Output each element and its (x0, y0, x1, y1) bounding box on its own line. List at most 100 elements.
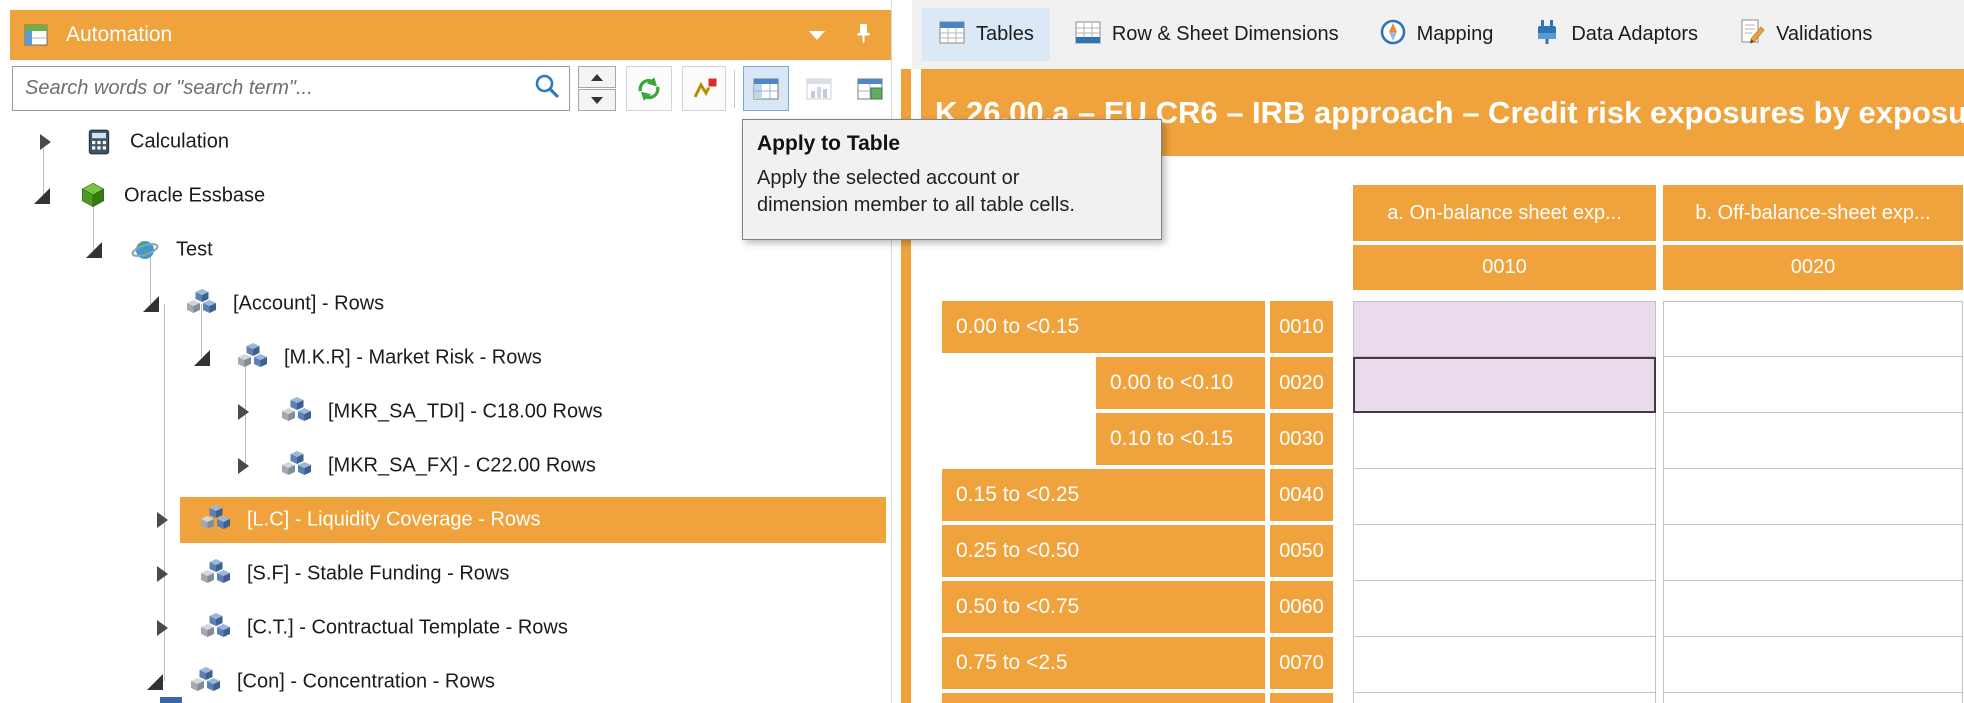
dimension-icon (191, 667, 223, 697)
expander-icon[interactable] (238, 458, 249, 474)
expander-icon[interactable] (194, 350, 210, 366)
table-cell[interactable] (1353, 469, 1656, 525)
tree-item-label: [MKR_SA_TDI] - C18.00 Rows (328, 400, 603, 423)
table-cell[interactable] (1353, 525, 1656, 581)
tab-label: Tables (976, 23, 1034, 45)
column-code-b[interactable]: 0020 (1663, 245, 1963, 290)
row-code-partial[interactable] (1270, 693, 1333, 703)
row-code[interactable]: 0070 (1270, 637, 1333, 689)
apply-to-table-icon (753, 78, 779, 99)
row-code[interactable]: 0020 (1270, 357, 1333, 409)
row-header[interactable]: 0.00 to <0.10 (1096, 357, 1265, 409)
breakpoint-button[interactable] (682, 66, 726, 111)
table-cell[interactable] (1663, 693, 1963, 703)
pin-icon[interactable] (851, 21, 875, 50)
row-header[interactable]: 0.25 to <0.50 (942, 525, 1265, 577)
table-cell[interactable] (1353, 413, 1656, 469)
table-cell-focused[interactable] (1353, 357, 1656, 413)
tree-item-mkr-sa-tdi[interactable]: [MKR_SA_TDI] - C18.00 Rows (10, 385, 891, 439)
row-header[interactable]: 0.00 to <0.15 (942, 301, 1265, 353)
table-cell[interactable] (1663, 413, 1963, 469)
calculator-icon (84, 127, 116, 157)
validations-icon (1738, 18, 1766, 52)
panel-title: Automation (66, 23, 173, 46)
toolbar-separator (734, 70, 735, 108)
tab-tables[interactable]: Tables (922, 8, 1050, 61)
table-chart-button[interactable] (797, 66, 841, 111)
dimension-icon (282, 397, 314, 427)
search-icon[interactable] (533, 72, 561, 105)
tree-item-label: [Account] - Rows (233, 292, 385, 315)
dimension-icon (282, 451, 314, 481)
row-header-partial[interactable] (942, 693, 1265, 703)
dimension-icon (201, 613, 233, 643)
expander-icon[interactable] (157, 620, 168, 636)
dimension-icon (201, 559, 233, 589)
tree-item-label: [Con] - Concentration - Rows (237, 670, 495, 693)
row-header[interactable]: 0.15 to <0.25 (942, 469, 1265, 521)
row-code[interactable]: 0060 (1270, 581, 1333, 633)
table-cell[interactable] (1353, 581, 1656, 637)
row-code[interactable]: 0010 (1270, 301, 1333, 353)
tree-item-mkr-sa-fx[interactable]: [MKR_SA_FX] - C22.00 Rows (10, 439, 891, 493)
automation-panel-titlebar: Automation (10, 10, 891, 60)
tree-item-label: Calculation (130, 130, 229, 153)
table-cell[interactable] (1663, 637, 1963, 693)
apply-to-sheet-button[interactable] (848, 66, 892, 111)
tree-item-con-concentration[interactable]: [Con] - Concentration - Rows (10, 655, 891, 703)
tree-item-sf-stable-funding[interactable]: [S.F] - Stable Funding - Rows (10, 547, 891, 601)
row-header[interactable]: 0.50 to <0.75 (942, 581, 1265, 633)
refresh-icon (638, 76, 660, 101)
column-code-a[interactable]: 0010 (1353, 245, 1656, 290)
tree-item-account-rows[interactable]: [Account] - Rows (10, 277, 891, 331)
tab-label: Mapping (1416, 23, 1494, 45)
row-header[interactable]: 0.10 to <0.15 (1096, 413, 1265, 465)
expander-icon[interactable] (157, 512, 168, 528)
expander-icon[interactable] (238, 404, 249, 420)
tab-row-sheet-dimensions[interactable]: Row & Sheet Dimensions (1058, 8, 1355, 61)
apply-to-table-button[interactable] (743, 66, 789, 111)
expander-icon[interactable] (147, 674, 163, 690)
table-cell[interactable] (1663, 469, 1963, 525)
table-cell[interactable] (1353, 693, 1656, 703)
tab-mapping[interactable]: Mapping (1363, 8, 1510, 61)
data-adaptors-icon (1533, 18, 1561, 52)
tab-data-adaptors[interactable]: Data Adaptors (1517, 8, 1714, 61)
table-cell[interactable] (1663, 301, 1963, 357)
tree-item-label: Oracle Essbase (124, 184, 266, 207)
column-header-a[interactable]: a. On-balance sheet exp... (1353, 185, 1656, 241)
dimension-icon (187, 289, 219, 319)
refresh-button[interactable] (626, 66, 672, 111)
table-cell[interactable] (1353, 301, 1656, 357)
expander-icon[interactable] (157, 566, 168, 582)
expander-icon[interactable] (40, 134, 51, 150)
column-header-b[interactable]: b. Off-balance-sheet exp... (1663, 185, 1963, 241)
expander-icon[interactable] (86, 242, 102, 258)
table-cell[interactable] (1663, 525, 1963, 581)
table-cell[interactable] (1663, 581, 1963, 637)
mapping-compass-icon (1379, 18, 1407, 52)
spinner-up-icon[interactable] (578, 66, 616, 88)
row-header[interactable]: 0.75 to <2.5 (942, 637, 1265, 689)
spinner-down-icon[interactable] (578, 89, 616, 111)
search-box (12, 66, 570, 111)
tab-label: Data Adaptors (1571, 23, 1699, 45)
table-cell[interactable] (1353, 637, 1656, 693)
data-column-b (1663, 301, 1963, 703)
row-code[interactable]: 0040 (1270, 469, 1333, 521)
expander-icon[interactable] (34, 188, 50, 204)
apply-to-table-tooltip: Apply to Table Apply the selected accoun… (742, 119, 1162, 240)
tab-validations[interactable]: Validations (1722, 8, 1888, 61)
tree-item-mkr-market-risk[interactable]: [M.K.R] - Market Risk - Rows (10, 331, 891, 385)
row-code[interactable]: 0050 (1270, 525, 1333, 577)
application-window: Automation Search words or "search term"… (0, 0, 1964, 703)
search-input[interactable] (13, 77, 533, 100)
tree-item-lc-liquidity-coverage[interactable]: [L.C] - Liquidity Coverage - Rows (10, 493, 891, 547)
row-code[interactable]: 0030 (1270, 413, 1333, 465)
table-cell[interactable] (1663, 357, 1963, 413)
partial-tree-icon (160, 697, 182, 703)
tree-item-ct-contractual-template[interactable]: [C.T.] - Contractual Template - Rows (10, 601, 891, 655)
chevron-down-icon[interactable] (809, 30, 825, 40)
globe-icon (130, 235, 162, 265)
expander-icon[interactable] (143, 296, 159, 312)
